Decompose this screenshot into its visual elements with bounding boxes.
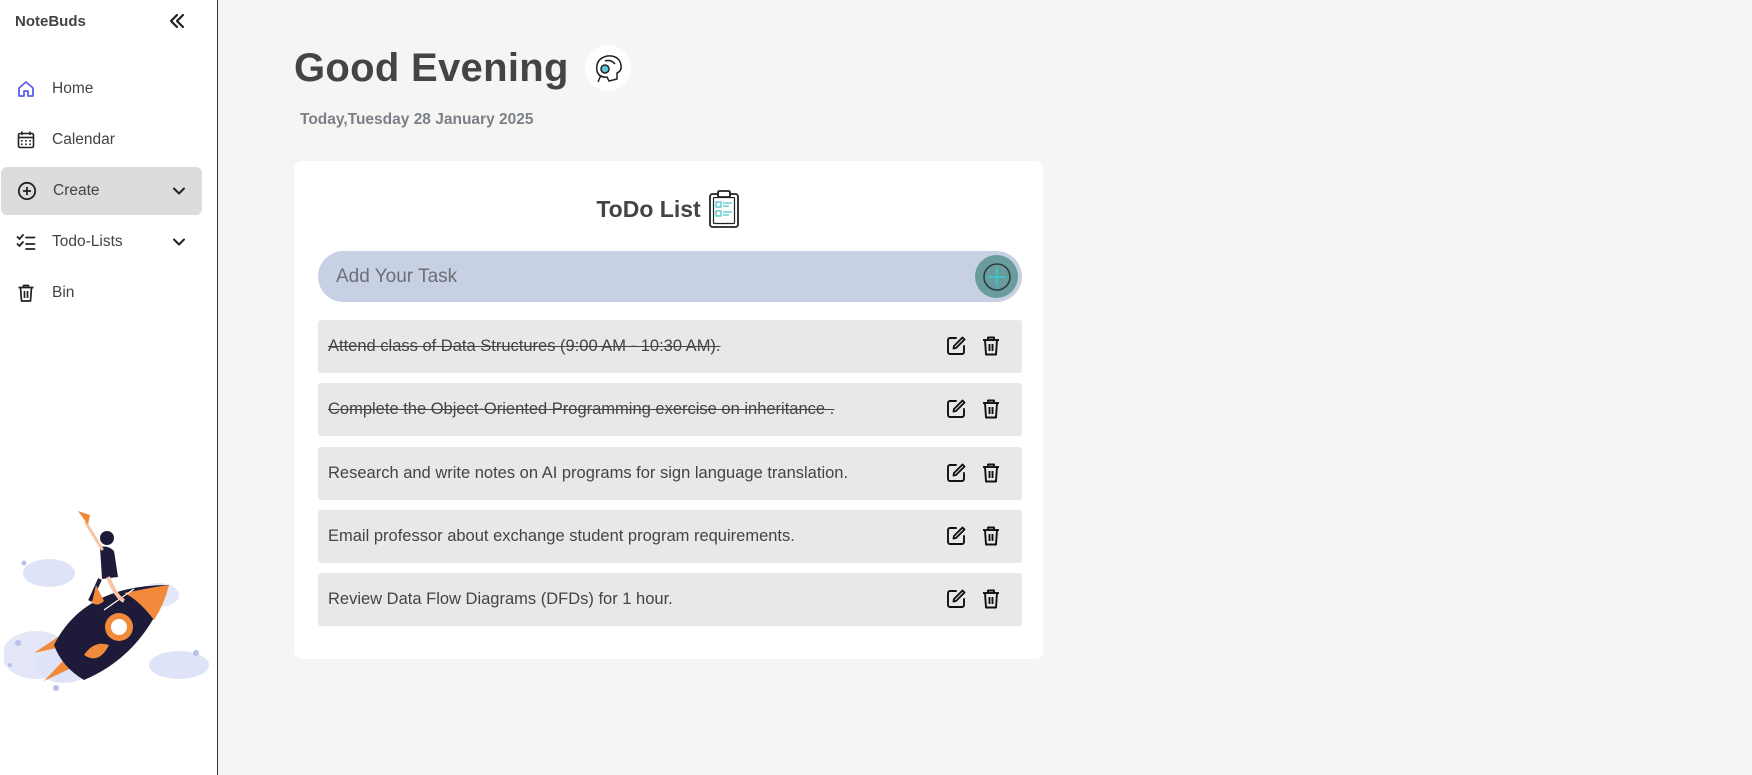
home-icon: [16, 79, 36, 99]
rocket-illustration: [2, 505, 214, 695]
task-item: Email professor about exchange student p…: [318, 510, 1022, 563]
calendar-icon: [16, 130, 36, 150]
todo-card: ToDo List Attend class of Data Structure…: [294, 161, 1043, 659]
task-text[interactable]: Attend class of Data Structures (9:00 AM…: [328, 320, 721, 373]
sidebar-item-label: Todo-Lists: [52, 233, 123, 250]
trash-icon: [16, 283, 36, 303]
sidebar-item-label: Home: [52, 80, 94, 97]
chevron-down-icon[interactable]: [172, 184, 186, 198]
sidebar-item-create[interactable]: Create: [1, 167, 202, 215]
task-item: Complete the Object-Oriented Programming…: [318, 383, 1022, 436]
sidebar: NoteBuds Home Calendar Create Todo-Lists…: [0, 0, 218, 775]
plus-circle-icon: [17, 181, 37, 201]
sidebar-item-bin[interactable]: Bin: [0, 269, 218, 317]
edit-icon[interactable]: [945, 588, 967, 610]
plus-circle-icon: [982, 262, 1011, 291]
task-text[interactable]: Complete the Object-Oriented Programming…: [328, 383, 834, 436]
greeting-title: Good Evening: [294, 45, 569, 90]
sidebar-item-label: Create: [53, 182, 100, 199]
task-text[interactable]: Email professor about exchange student p…: [328, 510, 795, 563]
greeting-header: Good Evening: [294, 45, 631, 91]
task-text[interactable]: Research and write notes on AI programs …: [328, 447, 848, 500]
add-task-input[interactable]: [336, 251, 956, 302]
task-item: Review Data Flow Diagrams (DFDs) for 1 h…: [318, 573, 1022, 626]
trash-icon[interactable]: [980, 462, 1002, 484]
sidebar-item-home[interactable]: Home: [0, 65, 218, 113]
sidebar-item-label: Bin: [52, 284, 75, 301]
trash-icon[interactable]: [980, 525, 1002, 547]
trash-icon[interactable]: [980, 588, 1002, 610]
sidebar-item-todo-lists[interactable]: Todo-Lists: [0, 218, 218, 266]
add-task-button[interactable]: [975, 255, 1018, 298]
edit-icon[interactable]: [945, 335, 967, 357]
task-item: Attend class of Data Structures (9:00 AM…: [318, 320, 1022, 373]
edit-icon[interactable]: [945, 462, 967, 484]
sidebar-item-label: Calendar: [52, 131, 115, 148]
sidebar-nav: Home Calendar Create Todo-Lists Bin: [0, 65, 218, 320]
chevron-down-icon[interactable]: [172, 235, 186, 249]
trash-icon[interactable]: [980, 335, 1002, 357]
edit-icon[interactable]: [945, 398, 967, 420]
task-item: Research and write notes on AI programs …: [318, 447, 1022, 500]
current-date: Today,Tuesday 28 January 2025: [300, 111, 534, 128]
checklist-icon: [16, 232, 36, 252]
task-text[interactable]: Review Data Flow Diagrams (DFDs) for 1 h…: [328, 573, 673, 626]
clipboard-icon: [708, 190, 739, 228]
add-task-bar: [318, 251, 1022, 302]
edit-icon[interactable]: [945, 525, 967, 547]
trash-icon[interactable]: [980, 398, 1002, 420]
collapse-sidebar-icon[interactable]: [166, 10, 188, 32]
app-brand: NoteBuds: [15, 13, 86, 30]
avatar: [584, 45, 631, 91]
sidebar-item-calendar[interactable]: Calendar: [0, 116, 218, 164]
todo-title-text: ToDo List: [596, 195, 701, 222]
todo-title: ToDo List: [294, 189, 1043, 229]
